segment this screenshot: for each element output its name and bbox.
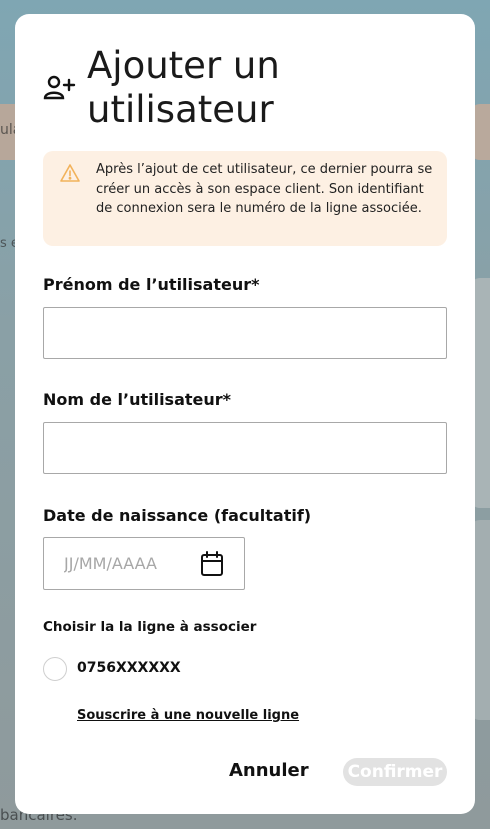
last-name-label: Nom de l’utilisateur* [43, 390, 232, 409]
birth-date-input[interactable] [44, 538, 194, 589]
birth-date-field [43, 537, 245, 590]
line-radio-label[interactable]: 0756XXXXXX [77, 660, 181, 676]
confirm-button[interactable]: Confirmer [343, 758, 447, 786]
first-name-label: Prénom de l’utilisateur* [43, 275, 260, 294]
birth-date-label: Date de naissance (facultatif) [43, 506, 312, 525]
calendar-icon[interactable] [200, 551, 224, 577]
first-name-field[interactable] [43, 307, 447, 359]
info-alert: Après l’ajout de cet utilisateur, ce der… [43, 151, 447, 246]
add-user-modal: Ajouter un utilisateur Après l’ajout de … [15, 14, 475, 814]
last-name-field[interactable] [43, 422, 447, 474]
modal-title: Ajouter un utilisateur [87, 44, 280, 131]
cancel-button[interactable]: Annuler [229, 760, 309, 781]
subscribe-new-line-link[interactable]: Souscrire à une nouvelle ligne [77, 708, 299, 723]
warning-icon [59, 163, 81, 183]
add-user-icon [43, 74, 77, 104]
alert-text: Après l’ajout de cet utilisateur, ce der… [96, 162, 433, 216]
line-section-label: Choisir la la ligne à associer [43, 619, 257, 635]
line-radio-button[interactable] [43, 657, 67, 681]
